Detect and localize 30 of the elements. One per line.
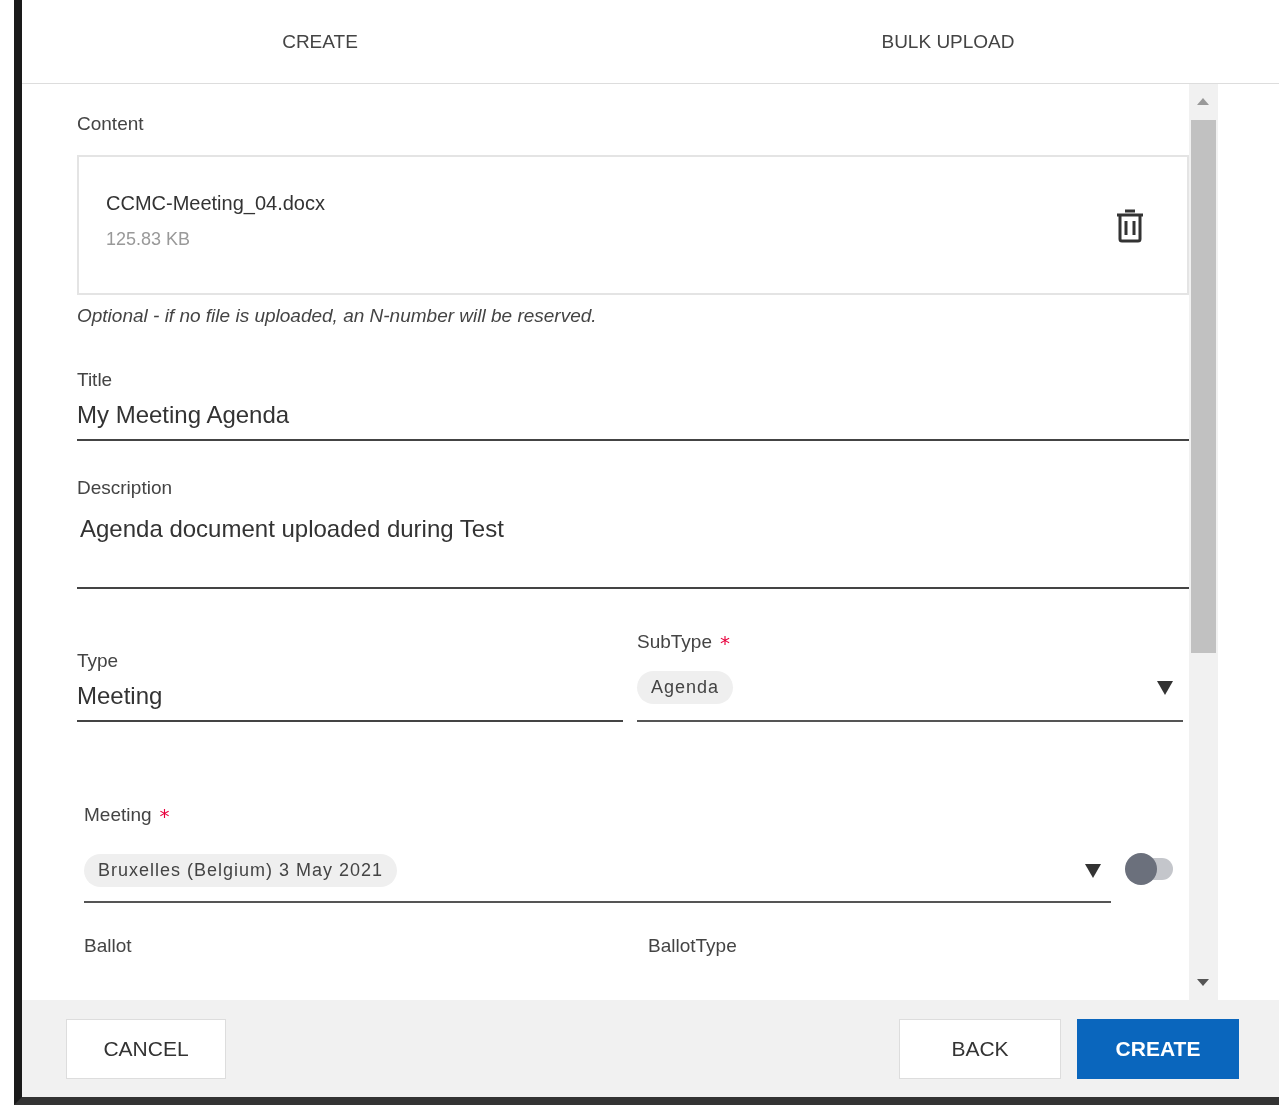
required-mark: * <box>159 804 170 828</box>
field-label: SubType <box>637 631 712 653</box>
field-label: Title <box>77 369 114 391</box>
toggle-switch[interactable] <box>1125 852 1173 885</box>
tab[interactable]: BULK UPLOAD <box>618 0 1278 83</box>
caret-icon <box>1157 680 1173 695</box>
file-name: CCMC-Meeting_04.docx <box>106 192 325 215</box>
type-field[interactable]: Meeting <box>77 672 623 722</box>
chip: Bruxelles (Belgium) 3 May 2021 <box>84 854 398 887</box>
scrollbar[interactable] <box>1189 84 1218 1000</box>
field-label: Description <box>77 477 174 499</box>
chip: Agenda <box>637 671 734 704</box>
field-label: Content <box>77 113 145 135</box>
field-label: Type <box>77 650 120 672</box>
field-label: BallotType <box>648 935 738 957</box>
required-mark: * <box>720 631 730 655</box>
cancel-button[interactable]: CANCEL <box>66 1018 226 1079</box>
subtype-select[interactable]: Agenda <box>637 655 1183 722</box>
field-label: Meeting <box>84 804 152 826</box>
file-size: 125.83 KB <box>106 229 192 250</box>
create-button[interactable]: CREATE <box>1077 1018 1239 1079</box>
caret-icon <box>1085 863 1101 878</box>
description-field[interactable]: Agenda document uploaded during Test <box>77 499 1189 589</box>
field-label: Ballot <box>84 935 133 957</box>
back-button[interactable]: BACK <box>899 1018 1061 1079</box>
trash-icon[interactable] <box>1115 207 1145 243</box>
title-field[interactable]: My Meeting Agenda <box>77 391 1189 441</box>
hint-text: Optional - if no file is uploaded, an N-number will be reserved. <box>77 305 598 327</box>
meeting-select[interactable]: Bruxelles (Belgium) 3 May 2021 <box>84 842 1111 903</box>
tab[interactable]: CREATE <box>22 0 618 83</box>
